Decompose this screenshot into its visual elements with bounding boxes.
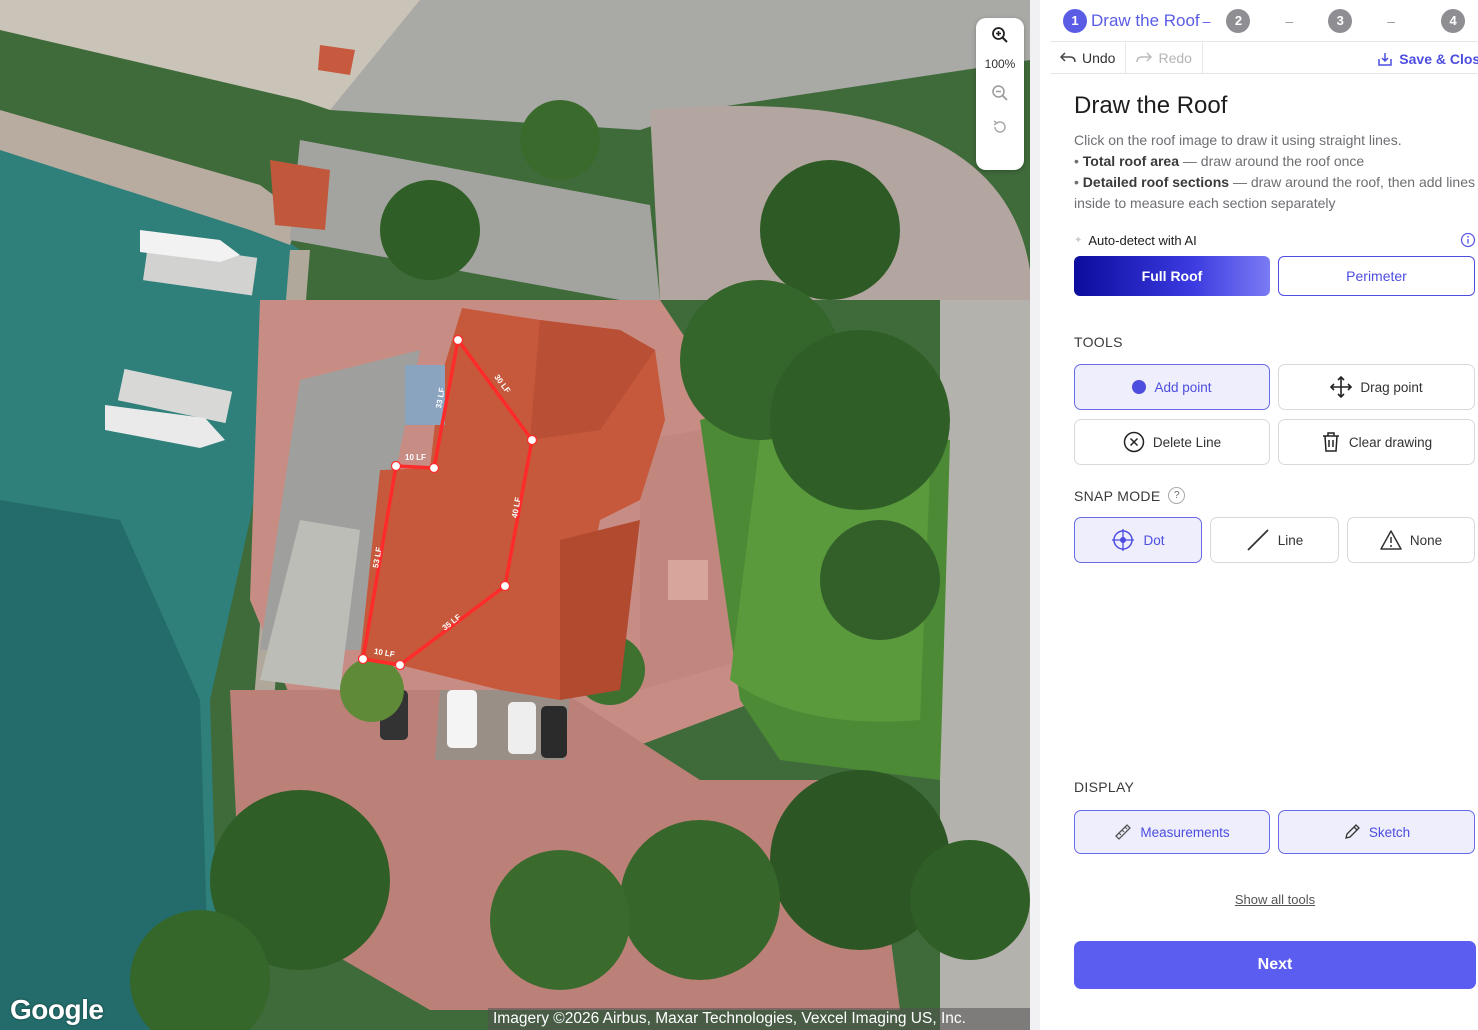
step-4[interactable]: 4 [1441,8,1466,33]
zoom-level: 100% [984,57,1016,71]
toolbar: Undo Redo Save & Close [1050,42,1478,74]
step-2[interactable]: 2 [1226,8,1251,33]
stepper: 1 Draw the Roof – 2 – 3 – 4 [1050,0,1478,42]
line-icon [1247,529,1269,551]
ruler-icon [1115,824,1132,840]
drag-point-button[interactable]: Drag point [1278,364,1475,410]
full-roof-button[interactable]: Full Roof [1074,256,1270,296]
vertex-point[interactable] [526,434,538,446]
page-title: Draw the Roof [1074,92,1228,119]
ai-detect-label: Auto-detect with AI [1088,232,1197,248]
delete-icon [1123,431,1145,453]
snap-mode-options: Dot Line None [1074,517,1476,563]
delete-line-label: Delete Line [1152,434,1222,450]
redo-button[interactable]: Redo [1126,42,1203,74]
delete-line-button[interactable]: Delete Line [1074,419,1270,465]
step-1[interactable]: 1 Draw the Roof – [1063,8,1211,33]
add-point-button[interactable]: Add point [1074,364,1270,410]
measure-label: 40 LF [510,496,523,518]
zoom-out-button[interactable] [976,76,1024,110]
info-icon[interactable] [1460,232,1476,248]
snap-mode-label: SNAP MODE [1074,487,1161,504]
redo-label: Redo [1158,50,1192,66]
side-panel: 1 Draw the Roof – 2 – 3 – 4 Undo Redo Sa… [1030,0,1478,1030]
tools-grid: Add point Drag point Delete Line Clear d… [1074,364,1476,465]
vertex-point[interactable] [357,653,369,665]
instructions: Click on the roof image to draw it using… [1074,130,1476,214]
show-all-tools-link[interactable]: Show all tools [1074,892,1476,907]
vertex-point[interactable] [452,334,464,346]
reset-icon [993,120,1006,133]
step-dash: – [1285,12,1294,29]
snap-line-label: Line [1277,532,1304,548]
snap-none-button[interactable]: None [1347,517,1475,563]
snap-line-button[interactable]: Line [1210,517,1339,563]
measure-label: 10 LF [405,453,426,462]
measure-label: 53 LF [371,546,384,568]
panel-content: Draw the Roof Click on the roof image to… [1074,74,1476,854]
step-dash: – [1202,12,1211,29]
sparkle-icon: ✦ [1074,234,1083,246]
snap-mode-heading: SNAP MODE ? [1074,487,1476,504]
snap-none-label: None [1409,532,1443,548]
tools-heading: TOOLS [1074,334,1123,350]
add-point-label: Add point [1154,379,1212,395]
zoom-in-button[interactable] [976,18,1024,52]
move-icon [1330,376,1353,398]
undo-button[interactable]: Undo [1050,42,1127,74]
redo-icon [1136,52,1153,63]
step-number: 1 [1063,8,1087,33]
clear-drawing-label: Clear drawing [1348,434,1433,450]
display-options: Measurements Sketch [1074,810,1475,854]
vertex-point[interactable] [428,462,440,474]
instruction-bullet: • Detailed roof sections — draw around t… [1074,174,1475,211]
imagery-attribution: Imagery ©2026 Airbus, Maxar Technologies… [488,1008,1030,1030]
crosshair-icon [1112,529,1135,551]
undo-icon [1060,52,1076,63]
google-logo: Google [10,994,104,1025]
save-close-label: Save & Close [1399,50,1478,67]
clear-drawing-button[interactable]: Clear drawing [1278,419,1475,465]
step-dash: – [1387,12,1396,29]
step-3[interactable]: 3 [1328,8,1353,33]
bullet-text: — draw around the roof once [1179,153,1365,169]
sketch-label: Sketch [1368,824,1411,840]
snap-dot-button[interactable]: Dot [1074,517,1202,563]
save-close-button[interactable]: Save & Close [1377,43,1478,74]
display-heading: DISPLAY [1074,779,1135,795]
instruction-bullet: • Total roof area — draw around the roof… [1074,153,1365,169]
satellite-map[interactable]: 33 LF 10 LF 53 LF 10 LF 35 LF 40 LF 30 L… [0,0,1030,1030]
perimeter-button[interactable]: Perimeter [1278,256,1475,296]
roof-sketch[interactable]: 33 LF 10 LF 53 LF 10 LF 35 LF 40 LF 30 L… [0,0,1030,1030]
vertex-point[interactable] [499,580,511,592]
bullet-bold: Total roof area [1082,153,1179,169]
measurements-label: Measurements [1140,824,1230,840]
trash-icon [1322,432,1339,452]
vertex-point[interactable] [394,659,406,671]
reset-view-button[interactable] [976,110,1024,144]
ai-detect-row: ✦ Auto-detect with AI [1074,230,1476,250]
sketch-toggle[interactable]: Sketch [1278,810,1475,854]
zoom-control: 100% [976,18,1024,170]
measurements-toggle[interactable]: Measurements [1074,810,1270,854]
zoom-out-icon [992,85,1008,101]
drag-point-label: Drag point [1360,379,1423,395]
undo-label: Undo [1082,50,1116,66]
bullet-bold: Detailed roof sections [1082,174,1230,190]
step-label: Draw the Roof [1091,10,1200,30]
next-button[interactable]: Next [1074,941,1476,989]
vertex-point[interactable] [390,460,402,472]
ai-mode-toggle: Full Roof Perimeter [1074,256,1476,296]
pencil-icon [1344,824,1360,839]
dot-icon [1132,380,1147,394]
warning-icon [1380,530,1402,550]
snap-dot-label: Dot [1143,532,1165,548]
zoom-in-icon [992,27,1008,43]
help-icon[interactable]: ? [1168,487,1186,504]
instruction-intro: Click on the roof image to draw it using… [1074,132,1402,148]
save-icon [1378,52,1393,66]
measure-label: 10 LF [373,647,395,660]
